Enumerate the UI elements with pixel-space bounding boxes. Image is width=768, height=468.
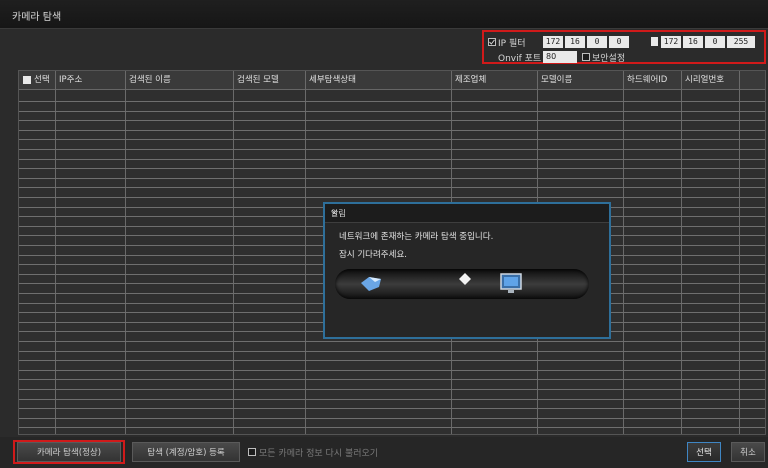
select-button[interactable]: 선택: [687, 442, 721, 462]
diamond-icon: [459, 273, 471, 285]
table-row[interactable]: [19, 417, 765, 419]
onvif-port-input[interactable]: 80: [543, 51, 577, 63]
table-row[interactable]: [19, 350, 765, 352]
ip-end-octet-1[interactable]: 172: [661, 36, 681, 48]
table-row[interactable]: [19, 110, 765, 112]
col-header-manufacturer[interactable]: 제조업체: [451, 71, 537, 89]
ip-start-octet-1[interactable]: 172: [543, 36, 563, 48]
col-header-hardware-id[interactable]: 하드웨어ID: [623, 71, 681, 89]
ip-end-octet-3[interactable]: 0: [705, 36, 725, 48]
ip-start-octet-2[interactable]: 16: [565, 36, 585, 48]
table-row[interactable]: [19, 187, 765, 189]
secure-setting-checkbox[interactable]: [582, 53, 590, 61]
col-header-serial[interactable]: 시리얼번호: [681, 71, 739, 89]
table-row[interactable]: [19, 120, 765, 122]
table-row[interactable]: [19, 341, 765, 342]
ip-start-octet-4[interactable]: 0: [609, 36, 629, 48]
col-header-ip[interactable]: IP주소: [55, 71, 125, 89]
table-row[interactable]: [19, 379, 765, 381]
col-header-found-name[interactable]: 검색된 이름: [125, 71, 233, 89]
reload-all-checkbox[interactable]: [248, 448, 256, 456]
cancel-button[interactable]: 취소: [731, 442, 765, 462]
progress-track-art: [361, 273, 522, 293]
table-row[interactable]: [19, 168, 765, 170]
dialog-message-line2: 잠시 기다려주세요.: [339, 250, 407, 260]
notification-dialog: 알림 × 네트워크에 존재하는 카메라 탐색 중입니다. 잠시 기다려주세요.: [323, 202, 611, 339]
table-row[interactable]: [19, 129, 765, 131]
table-row[interactable]: [19, 158, 765, 160]
register-account-button[interactable]: 탐색 (계정/암호) 등록: [132, 442, 240, 462]
table-row[interactable]: [19, 408, 765, 410]
secure-setting-label: 보안설정: [592, 54, 626, 64]
range-separator: [651, 37, 658, 46]
search-progress-animation: [335, 269, 589, 299]
camera-search-button[interactable]: 카메라 탐색(정상): [17, 442, 121, 462]
table-row[interactable]: [19, 177, 765, 179]
ip-start-octet-3[interactable]: 0: [587, 36, 607, 48]
table-row[interactable]: [19, 149, 765, 150]
table-row[interactable]: [19, 360, 765, 362]
dialog-message-line1: 네트워크에 존재하는 카메라 탐색 중입니다.: [339, 232, 494, 242]
close-icon[interactable]: ×: [331, 208, 603, 217]
table-row[interactable]: [19, 427, 765, 429]
table-row[interactable]: [19, 101, 765, 102]
ip-end-octet-2[interactable]: 16: [683, 36, 703, 48]
reload-all-label: 모든 카메라 정보 다시 불러오기: [259, 449, 379, 459]
col-header-detail-status[interactable]: 세부탐색상태: [305, 71, 451, 89]
camera-search-window: 카메라 탐색 IP 필터 172 16 0 0 172 16 0 255 Onv…: [0, 0, 768, 468]
table-row[interactable]: [19, 398, 765, 400]
packet-icon: [361, 277, 381, 291]
monitor-icon: [500, 273, 522, 293]
ip-end-octet-4[interactable]: 255: [727, 36, 755, 48]
table-row[interactable]: [19, 139, 765, 141]
table-row[interactable]: [19, 369, 765, 371]
title-bar: 카메라 탐색: [0, 0, 768, 29]
dialog-title-bar: 알림 ×: [325, 204, 609, 223]
col-header-found-model[interactable]: 검색된 모델: [233, 71, 305, 89]
window-title: 카메라 탐색: [12, 12, 62, 23]
table-row[interactable]: [19, 389, 765, 390]
table-header: 선택 IP주소 검색된 이름 검색된 모델 세부탐색상태 제조업체 모델이름 하…: [19, 71, 765, 90]
ip-filter-checkbox[interactable]: [488, 38, 496, 46]
col-header-model-name[interactable]: 모델이름: [537, 71, 623, 89]
onvif-port-label: Onvif 포트: [498, 54, 542, 64]
ip-filter-label: IP 필터: [498, 39, 526, 49]
check-icon: [489, 39, 495, 45]
table-row[interactable]: [19, 197, 765, 198]
